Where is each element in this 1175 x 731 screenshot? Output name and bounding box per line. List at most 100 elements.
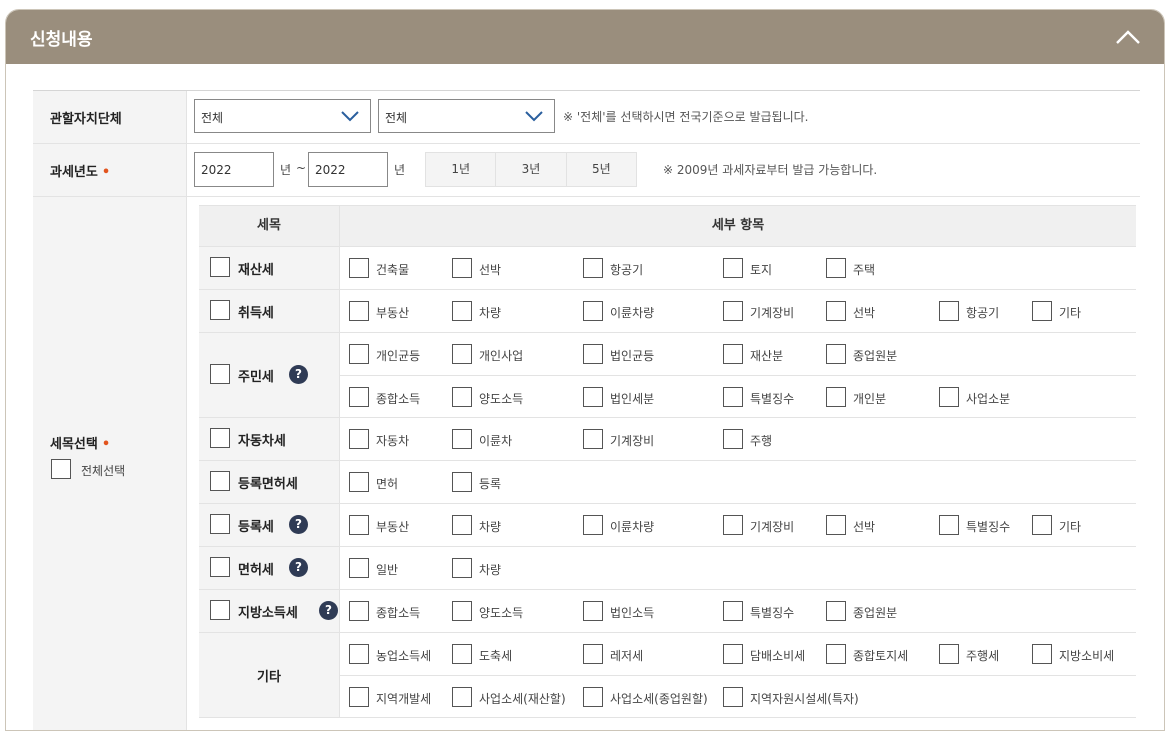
- chevron-up-icon[interactable]: [1114, 24, 1142, 50]
- tax-category-label: 주민세: [238, 370, 274, 385]
- tax-item-label: 종업원분: [853, 349, 898, 363]
- year-header-cell: 과세년도 •: [33, 144, 187, 196]
- year-to-input[interactable]: [308, 152, 388, 187]
- tax-item-checkbox[interactable]: [583, 301, 603, 321]
- question-icon[interactable]: ?: [289, 515, 308, 534]
- col-header-detail: 세부 항목: [711, 218, 765, 233]
- tax-item-checkbox[interactable]: [583, 601, 603, 621]
- question-icon[interactable]: ?: [319, 601, 338, 620]
- tax-item-checkbox[interactable]: [349, 429, 369, 449]
- tax-item-checkbox[interactable]: [349, 644, 369, 664]
- tax-item-checkbox[interactable]: [939, 301, 959, 321]
- year-from-input[interactable]: [194, 152, 274, 187]
- tax-category-label: 자동차세: [238, 434, 286, 449]
- tax-category-cell: 취득세: [199, 290, 340, 332]
- tax-category-cell: 등록면허세: [199, 461, 340, 503]
- tax-item-checkbox[interactable]: [826, 258, 846, 278]
- tax-category-checkbox[interactable]: [210, 514, 230, 534]
- tax-item-checkbox[interactable]: [583, 344, 603, 364]
- tax-item-checkbox[interactable]: [452, 601, 472, 621]
- tax-item-checkbox[interactable]: [349, 344, 369, 364]
- tax-item-label: 건축물: [376, 263, 410, 277]
- tax-item-checkbox[interactable]: [349, 515, 369, 535]
- region-select-province[interactable]: 전체: [194, 99, 371, 133]
- tax-category-checkbox[interactable]: [210, 600, 230, 620]
- tax-category-checkbox[interactable]: [210, 557, 230, 577]
- tax-item-checkbox[interactable]: [452, 429, 472, 449]
- tax-item-checkbox[interactable]: [723, 429, 743, 449]
- tax-item-label: 기계장비: [750, 306, 795, 320]
- tax-item-checkbox[interactable]: [583, 644, 603, 664]
- year-row: 과세년도• 년 ~ 년 1년 3년 5년 ※ 2009년 과세자료부터 발급 가…: [33, 144, 1140, 197]
- tax-item-checkbox[interactable]: [723, 258, 743, 278]
- panel-header: 신청내용: [6, 10, 1164, 64]
- quick-5-year-button[interactable]: 5년: [567, 153, 636, 186]
- tax-item-checkbox[interactable]: [583, 515, 603, 535]
- tax-category-checkbox[interactable]: [210, 471, 230, 491]
- tax-item-checkbox[interactable]: [939, 387, 959, 407]
- tax-item-checkbox[interactable]: [826, 344, 846, 364]
- tax-item-checkbox[interactable]: [826, 644, 846, 664]
- tax-item-checkbox[interactable]: [452, 258, 472, 278]
- tax-item-checkbox[interactable]: [939, 515, 959, 535]
- tax-item-checkbox[interactable]: [1032, 644, 1052, 664]
- question-icon[interactable]: ?: [289, 558, 308, 577]
- quick-1-year-button[interactable]: 1년: [426, 153, 497, 186]
- tax-item-label: 지역개발세: [376, 692, 432, 706]
- tax-item-checkbox[interactable]: [723, 601, 743, 621]
- tax-item-checkbox[interactable]: [452, 558, 472, 578]
- tax-item-checkbox[interactable]: [452, 301, 472, 321]
- tax-item-label: 토지: [750, 263, 773, 277]
- tax-item-checkbox[interactable]: [349, 258, 369, 278]
- tax-item-label: 종업원분: [853, 606, 898, 620]
- year-note: ※ 2009년 과세자료부터 발급 가능합니다.: [663, 163, 878, 177]
- tax-item-checkbox[interactable]: [452, 644, 472, 664]
- tax-category-checkbox[interactable]: [210, 300, 230, 320]
- tax-item-label: 사업소세(종업원할): [610, 692, 708, 706]
- tax-item-checkbox[interactable]: [826, 387, 846, 407]
- tax-item-checkbox[interactable]: [723, 515, 743, 535]
- tax-item-checkbox[interactable]: [826, 301, 846, 321]
- tax-item-label: 종합소득: [376, 392, 421, 406]
- tax-item-checkbox[interactable]: [349, 687, 369, 707]
- tax-item-checkbox[interactable]: [452, 515, 472, 535]
- tax-item-checkbox[interactable]: [349, 558, 369, 578]
- tax-item-checkbox[interactable]: [723, 344, 743, 364]
- tax-item-checkbox[interactable]: [349, 472, 369, 492]
- tax-item-checkbox[interactable]: [349, 601, 369, 621]
- quick-3-year-button[interactable]: 3년: [496, 153, 567, 186]
- tax-item-checkbox[interactable]: [583, 687, 603, 707]
- select-all-checkbox[interactable]: [51, 459, 71, 479]
- tax-item-checkbox[interactable]: [583, 429, 603, 449]
- tax-item-label: 선박: [479, 263, 502, 277]
- tax-category-checkbox[interactable]: [210, 364, 230, 384]
- tax-item-checkbox[interactable]: [1032, 301, 1052, 321]
- tax-item-checkbox[interactable]: [452, 387, 472, 407]
- tax-item-checkbox[interactable]: [583, 258, 603, 278]
- tax-category-checkbox[interactable]: [210, 257, 230, 277]
- tax-item-checkbox[interactable]: [1032, 515, 1052, 535]
- tax-item-label: 일반: [376, 563, 399, 577]
- tax-item-checkbox[interactable]: [939, 644, 959, 664]
- tax-item-checkbox[interactable]: [723, 387, 743, 407]
- tax-category-cell: 자동차세: [199, 418, 340, 460]
- tax-row-8: 기타 농업소득세 도축세 레저세 담배소비세 종합토지세 주행세 지방소비세 지역개발세 사업소세…: [199, 633, 1136, 718]
- tax-category-label: 등록세: [238, 520, 274, 535]
- tax-item-checkbox[interactable]: [826, 601, 846, 621]
- tax-item-checkbox[interactable]: [349, 301, 369, 321]
- region-select-city[interactable]: 전체: [378, 99, 555, 133]
- tax-item-checkbox[interactable]: [452, 344, 472, 364]
- tax-item-label: 종합토지세: [853, 649, 909, 663]
- tax-item-label: 이륜차량: [610, 306, 655, 320]
- tax-category-checkbox[interactable]: [210, 428, 230, 448]
- tax-item-checkbox[interactable]: [349, 387, 369, 407]
- tax-item-checkbox[interactable]: [583, 387, 603, 407]
- tax-item-checkbox[interactable]: [723, 687, 743, 707]
- question-icon[interactable]: ?: [289, 365, 308, 384]
- tax-item-checkbox[interactable]: [723, 644, 743, 664]
- tax-item-checkbox[interactable]: [826, 515, 846, 535]
- tax-item-checkbox[interactable]: [452, 687, 472, 707]
- tax-item-label: 법인소득: [610, 606, 655, 620]
- tax-item-checkbox[interactable]: [452, 472, 472, 492]
- tax-item-checkbox[interactable]: [723, 301, 743, 321]
